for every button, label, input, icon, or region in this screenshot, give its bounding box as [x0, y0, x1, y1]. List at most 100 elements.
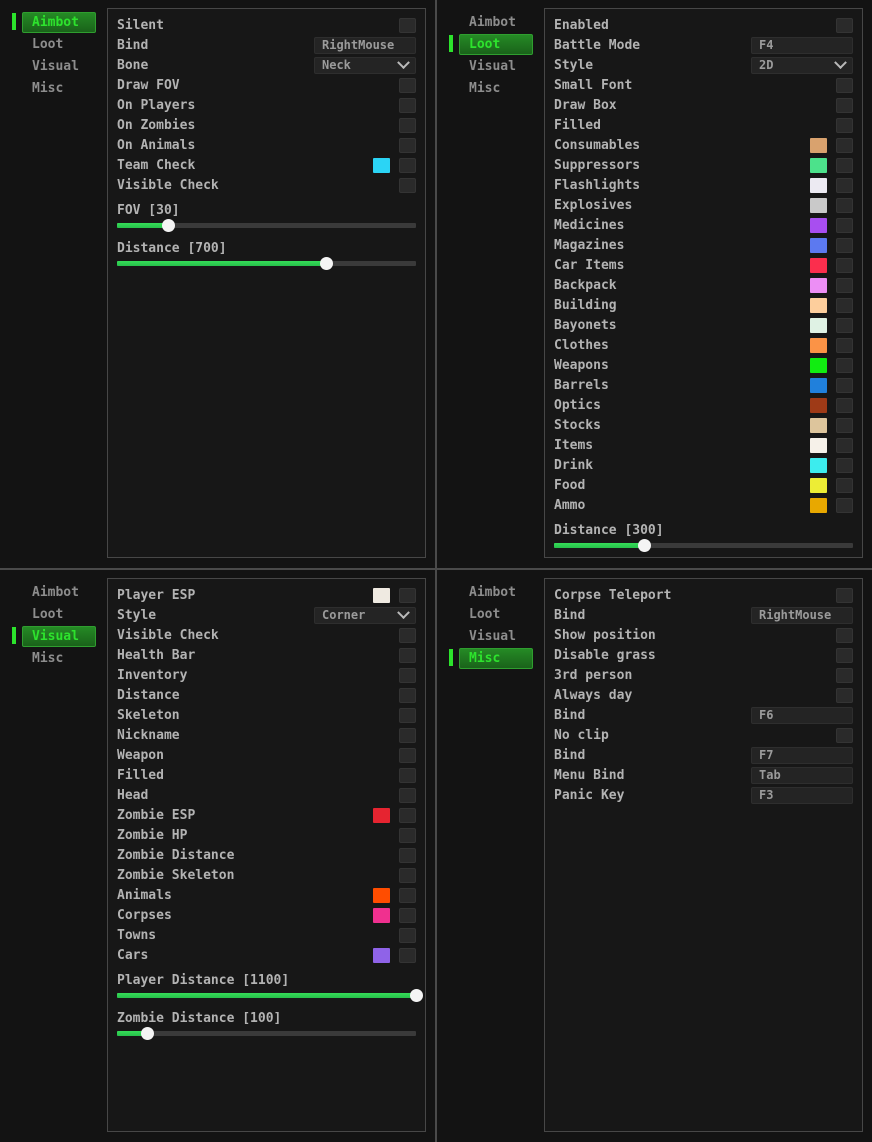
- keybind-input[interactable]: RightMouse: [314, 36, 416, 54]
- checkbox[interactable]: [399, 907, 416, 923]
- checkbox[interactable]: [399, 117, 416, 133]
- checkbox[interactable]: [399, 787, 416, 803]
- checkbox[interactable]: [836, 497, 853, 513]
- checkbox[interactable]: [399, 807, 416, 823]
- slider-handle[interactable]: [410, 989, 423, 1002]
- sidebar-tab-visual[interactable]: Visual: [22, 56, 96, 77]
- checkbox[interactable]: [836, 217, 853, 233]
- checkbox[interactable]: [836, 627, 853, 643]
- checkbox[interactable]: [836, 277, 853, 293]
- sidebar-tab-loot[interactable]: Loot: [459, 604, 533, 625]
- checkbox[interactable]: [836, 317, 853, 333]
- color-swatch[interactable]: [810, 377, 827, 393]
- slider-track[interactable]: [554, 539, 853, 552]
- checkbox[interactable]: [836, 397, 853, 413]
- sidebar-tab-loot[interactable]: Loot: [22, 604, 96, 625]
- checkbox[interactable]: [399, 707, 416, 723]
- color-swatch[interactable]: [810, 477, 827, 493]
- checkbox[interactable]: [836, 377, 853, 393]
- color-swatch[interactable]: [810, 497, 827, 513]
- checkbox[interactable]: [836, 437, 853, 453]
- keybind-input[interactable]: F7: [751, 746, 853, 764]
- dropdown[interactable]: Neck: [314, 55, 416, 74]
- checkbox[interactable]: [836, 357, 853, 373]
- slider-track[interactable]: [117, 989, 423, 1002]
- checkbox[interactable]: [399, 727, 416, 743]
- checkbox[interactable]: [399, 157, 416, 173]
- sidebar-tab-misc[interactable]: Misc: [459, 78, 533, 99]
- sidebar-tab-aimbot[interactable]: Aimbot: [22, 582, 96, 603]
- checkbox[interactable]: [836, 17, 853, 33]
- checkbox[interactable]: [399, 687, 416, 703]
- checkbox[interactable]: [836, 727, 853, 743]
- color-swatch[interactable]: [810, 337, 827, 353]
- checkbox[interactable]: [836, 667, 853, 683]
- color-swatch[interactable]: [810, 457, 827, 473]
- color-swatch[interactable]: [373, 907, 390, 923]
- sidebar-tab-misc[interactable]: Misc: [22, 648, 96, 669]
- color-swatch[interactable]: [810, 437, 827, 453]
- color-swatch[interactable]: [810, 177, 827, 193]
- checkbox[interactable]: [836, 687, 853, 703]
- sidebar-tab-visual[interactable]: Visual: [459, 626, 533, 647]
- keybind-input[interactable]: Tab: [751, 766, 853, 784]
- checkbox[interactable]: [836, 117, 853, 133]
- color-swatch[interactable]: [810, 157, 827, 173]
- checkbox[interactable]: [399, 177, 416, 193]
- checkbox[interactable]: [836, 457, 853, 473]
- keybind-input[interactable]: F3: [751, 786, 853, 804]
- sidebar-tab-loot[interactable]: Loot: [449, 34, 533, 55]
- color-swatch[interactable]: [810, 197, 827, 213]
- dropdown[interactable]: 2D: [751, 55, 853, 74]
- checkbox[interactable]: [836, 97, 853, 113]
- color-swatch[interactable]: [810, 137, 827, 153]
- sidebar-tab-aimbot[interactable]: Aimbot: [12, 12, 96, 33]
- color-swatch[interactable]: [810, 417, 827, 433]
- color-swatch[interactable]: [810, 397, 827, 413]
- checkbox[interactable]: [836, 477, 853, 493]
- checkbox[interactable]: [836, 197, 853, 213]
- slider-track[interactable]: [117, 257, 416, 270]
- slider-handle[interactable]: [637, 539, 651, 552]
- color-swatch[interactable]: [810, 357, 827, 373]
- color-swatch[interactable]: [373, 807, 390, 823]
- color-swatch[interactable]: [373, 947, 390, 963]
- sidebar-tab-aimbot[interactable]: Aimbot: [459, 12, 533, 33]
- checkbox[interactable]: [399, 767, 416, 783]
- checkbox[interactable]: [399, 947, 416, 963]
- checkbox[interactable]: [399, 867, 416, 883]
- sidebar-tab-misc[interactable]: Misc: [22, 78, 96, 99]
- sidebar-tab-aimbot[interactable]: Aimbot: [459, 582, 533, 603]
- keybind-input[interactable]: F6: [751, 706, 853, 724]
- checkbox[interactable]: [399, 137, 416, 153]
- sidebar-tab-misc[interactable]: Misc: [449, 648, 533, 669]
- checkbox[interactable]: [836, 137, 853, 153]
- color-swatch[interactable]: [373, 157, 390, 173]
- checkbox[interactable]: [836, 297, 853, 313]
- checkbox[interactable]: [836, 157, 853, 173]
- checkbox[interactable]: [399, 77, 416, 93]
- keybind-input[interactable]: F4: [751, 36, 853, 54]
- checkbox[interactable]: [836, 417, 853, 433]
- checkbox[interactable]: [399, 887, 416, 903]
- checkbox[interactable]: [399, 927, 416, 943]
- checkbox[interactable]: [399, 827, 416, 843]
- checkbox[interactable]: [836, 587, 853, 603]
- slider-track[interactable]: [117, 219, 416, 232]
- checkbox[interactable]: [399, 747, 416, 763]
- checkbox[interactable]: [399, 667, 416, 683]
- color-swatch[interactable]: [810, 297, 827, 313]
- sidebar-tab-visual[interactable]: Visual: [459, 56, 533, 77]
- checkbox[interactable]: [399, 627, 416, 643]
- checkbox[interactable]: [399, 97, 416, 113]
- slider-handle[interactable]: [161, 219, 175, 232]
- slider-handle[interactable]: [320, 257, 334, 270]
- slider-handle[interactable]: [140, 1027, 154, 1040]
- checkbox[interactable]: [836, 257, 853, 273]
- checkbox[interactable]: [399, 847, 416, 863]
- checkbox[interactable]: [836, 337, 853, 353]
- color-swatch[interactable]: [810, 277, 827, 293]
- sidebar-tab-loot[interactable]: Loot: [22, 34, 96, 55]
- sidebar-tab-visual[interactable]: Visual: [12, 626, 96, 647]
- color-swatch[interactable]: [810, 257, 827, 273]
